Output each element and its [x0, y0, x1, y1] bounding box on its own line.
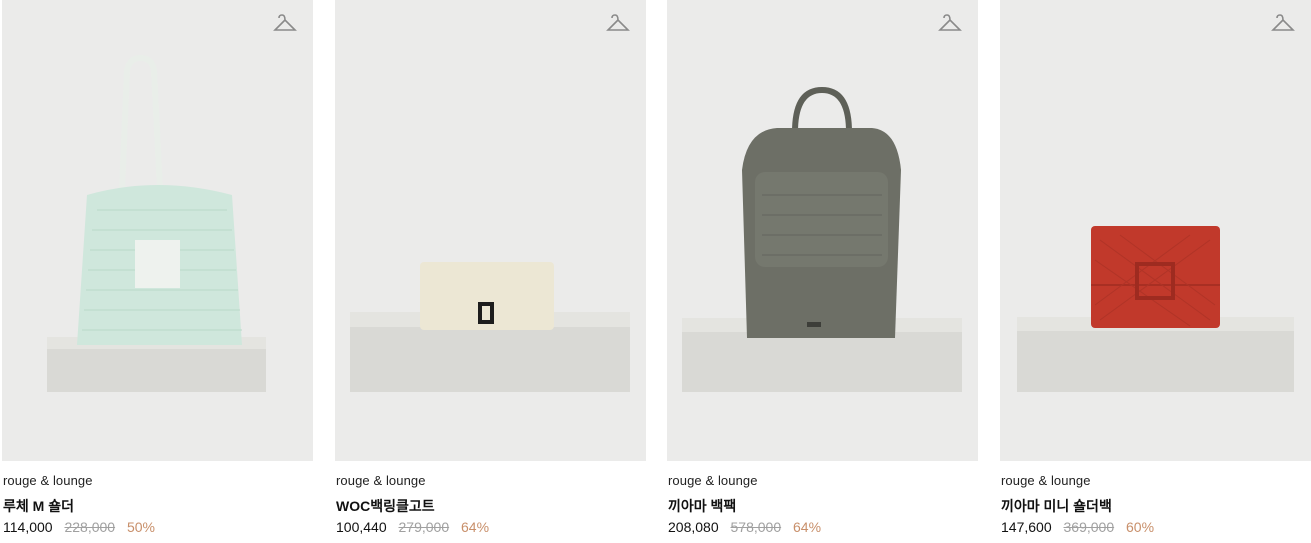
sale-price: 100,440 — [336, 519, 387, 535]
sale-price: 147,600 — [1001, 519, 1052, 535]
original-price: 228,000 — [64, 519, 116, 535]
product-card[interactable]: rouge & lounge WOC백링클고트 100,440 279,000 … — [335, 0, 646, 535]
product-card[interactable]: rouge & lounge 끼아마 백팩 208,080 578,000 64… — [667, 0, 978, 535]
product-name[interactable]: 끼아마 백팩 — [668, 496, 736, 516]
discount-rate: 50% — [126, 519, 155, 535]
discount-rate: 60% — [1126, 519, 1155, 535]
discount-rate: 64% — [793, 519, 822, 535]
wallet-image — [1017, 226, 1294, 392]
product-name[interactable]: 끼아마 미니 숄더백 — [1001, 496, 1112, 516]
hanger-icon[interactable] — [1270, 12, 1296, 36]
hanger-icon[interactable] — [605, 12, 631, 36]
backpack-image — [682, 86, 962, 392]
hanger-icon[interactable] — [272, 12, 298, 36]
price-row: 147,600 369,000 60% — [1001, 519, 1154, 535]
product-name[interactable]: WOC백링클고트 — [336, 496, 435, 516]
product-image[interactable] — [667, 0, 978, 461]
product-image[interactable] — [2, 0, 313, 461]
product-card[interactable]: rouge & lounge 루체 M 숄더 114,000 228,000 5… — [2, 0, 313, 535]
brand-name: rouge & lounge — [3, 473, 93, 488]
price-row: 114,000 228,000 50% — [3, 519, 155, 535]
tote-bag-image — [47, 54, 266, 392]
sale-price: 114,000 — [3, 519, 53, 535]
hanger-icon[interactable] — [937, 12, 963, 36]
price-row: 208,080 578,000 64% — [668, 519, 821, 535]
sale-price: 208,080 — [668, 519, 719, 535]
brand-name: rouge & lounge — [668, 473, 758, 488]
original-price: 369,000 — [1063, 519, 1115, 535]
discount-rate: 64% — [461, 519, 490, 535]
original-price: 578,000 — [730, 519, 782, 535]
brand-name: rouge & lounge — [1001, 473, 1091, 488]
brand-name: rouge & lounge — [336, 473, 426, 488]
product-image[interactable] — [1000, 0, 1311, 461]
product-card[interactable]: rouge & lounge 끼아마 미니 숄더백 147,600 369,00… — [1000, 0, 1311, 535]
original-price: 279,000 — [398, 519, 450, 535]
product-name[interactable]: 루체 M 숄더 — [3, 496, 74, 516]
clutch-bag-image — [350, 262, 630, 392]
price-row: 100,440 279,000 64% — [336, 519, 489, 535]
product-image[interactable] — [335, 0, 646, 461]
